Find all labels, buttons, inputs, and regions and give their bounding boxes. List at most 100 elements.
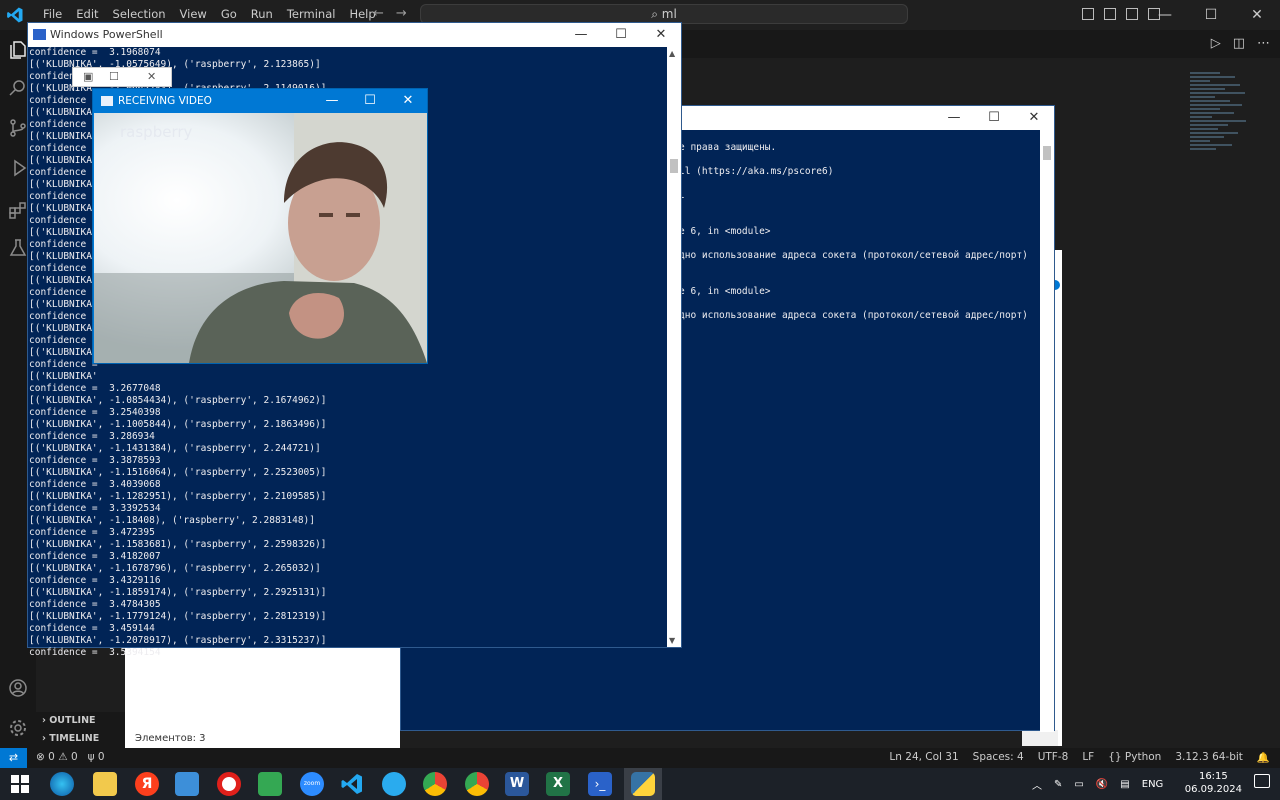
run-python-icon[interactable]: ▷ [1211,36,1221,51]
indentation[interactable]: Spaces: 4 [973,751,1024,764]
close-icon[interactable]: ✕ [389,89,427,113]
zoom-icon[interactable]: zoom [300,772,324,796]
maximize-icon[interactable]: ☐ [974,106,1014,130]
language-mode[interactable]: {} Python [1108,751,1161,764]
close-icon[interactable]: ✕ [147,70,156,83]
account-icon[interactable] [8,678,28,698]
vscode-logo-icon [7,7,23,23]
excel-icon[interactable]: X [546,772,570,796]
toggle-secondary-sidebar-icon[interactable] [1126,8,1138,20]
explorer-icon[interactable] [8,40,28,60]
scrollbar[interactable] [1040,130,1054,732]
extensions-icon[interactable] [8,200,28,220]
chrome-icon[interactable] [423,772,447,796]
powershell-taskbar-icon[interactable]: ›_ [588,772,612,796]
cursor-position[interactable]: Ln 24, Col 31 [889,751,958,764]
problems-indicator[interactable]: ⊗ 0 ⚠ 0 [36,751,78,763]
opera-icon[interactable] [217,772,241,796]
minimap[interactable] [1190,70,1250,180]
manage-gear-icon[interactable] [8,718,28,738]
source-control-icon[interactable] [8,118,28,138]
language-label: Python [1124,751,1162,763]
command-center-search[interactable]: ⌕ ml [420,4,908,24]
menu-go[interactable]: Go [214,7,244,21]
remote-desktop-icon[interactable] [258,772,282,796]
vscode-taskbar-icon[interactable] [340,772,364,796]
menu-selection[interactable]: Selection [106,7,173,21]
split-editor-icon[interactable]: ◫ [1233,36,1245,51]
word-icon[interactable]: W [505,772,529,796]
menu-bar: File Edit Selection View Go Run Terminal… [36,7,383,21]
scrollbar[interactable]: ▲ ▼ [667,47,681,647]
notification-center-icon[interactable] [1254,774,1270,788]
maximize-icon[interactable]: ☐ [601,23,641,47]
close-icon[interactable]: ✕ [641,23,681,47]
scrollbar-thumb[interactable] [670,159,678,173]
telegram-icon[interactable] [382,772,406,796]
display-icon[interactable]: ▭ [1074,779,1083,790]
remote-indicator-icon[interactable]: ⇄ [0,748,27,768]
testing-icon[interactable] [8,238,28,258]
file-explorer-icon[interactable] [93,772,117,796]
search-icon[interactable] [8,78,28,98]
close-icon[interactable]: ✕ [1014,106,1054,130]
yandex-browser-icon[interactable]: Я [135,772,159,796]
menu-run[interactable]: Run [244,7,280,21]
encoding[interactable]: UTF-8 [1038,751,1069,764]
input-language[interactable]: ENG [1142,779,1164,790]
terminal-line: [('KLUBNIKA', -1.1779124), ('raspberry',… [29,611,327,622]
terminal-line: [('KLUBNIKA', -1.1678796), ('raspberry',… [29,563,321,574]
terminal-line: confidence = 3.472395 [29,527,155,538]
chrome-profile-icon[interactable] [465,772,489,796]
pen-tablet-icon[interactable]: ✎ [1054,779,1062,790]
minimize-icon[interactable]: — [934,106,974,130]
powershell-title-bar[interactable]: Windows PowerShell — ☐ ✕ [28,23,681,47]
scrollbar-thumb[interactable] [1043,146,1051,160]
powershell-secondary-output: е права защищены. ll (https://aka.ms/psco… [679,142,1028,322]
end-of-line[interactable]: LF [1082,751,1094,764]
minimize-icon[interactable]: — [1142,0,1188,30]
network-icon[interactable]: ▤ [1120,779,1129,790]
maximize-icon[interactable]: ☐ [351,89,389,113]
edge-icon[interactable] [50,772,74,796]
ports-indicator[interactable]: ψ 0 [88,751,105,763]
show-hidden-icons-icon[interactable]: ︿ [1032,777,1042,792]
microsoft-store-icon[interactable] [175,772,199,796]
toggle-primary-sidebar-icon[interactable] [1082,8,1094,20]
explorer-view-toggle[interactable] [1022,730,1058,746]
notifications-bell-icon[interactable]: 🔔 [1257,751,1270,764]
menu-view[interactable]: View [173,7,214,21]
classification-overlay-label: raspberry [120,123,193,141]
more-actions-icon[interactable]: ⋯ [1257,36,1270,51]
python-taskbar-button-active[interactable] [624,768,662,800]
menu-terminal[interactable]: Terminal [280,7,343,21]
close-icon[interactable]: ✕ [1234,0,1280,30]
python-interpreter[interactable]: 3.12.3 64-bit [1175,751,1243,764]
forward-arrow-icon[interactable]: → [396,6,407,21]
terminal-line: [('KLUBNIKA', -1.1859174), ('raspberry',… [29,587,327,598]
taskbar-clock[interactable]: 16:15 06.09.2024 [1185,770,1242,796]
volume-muted-icon[interactable]: 🔇 [1096,779,1108,790]
run-debug-icon[interactable] [8,158,28,178]
video-title-bar[interactable]: RECEIVING VIDEO — ☐ ✕ [93,89,427,113]
terminal-line: [('KLUBNIKA', -1.1005844), ('raspberry',… [29,419,327,430]
maximize-icon[interactable]: ☐ [1188,0,1234,30]
outline-section[interactable]: › OUTLINE [36,712,126,730]
menu-edit[interactable]: Edit [69,7,105,21]
minimized-video-window[interactable]: ▣ ☐ ✕ [72,67,172,87]
scroll-up-icon[interactable]: ▲ [669,49,675,58]
windows-start-icon[interactable] [8,772,32,796]
scroll-down-icon[interactable]: ▼ [669,636,675,645]
back-arrow-icon[interactable]: ← [373,6,384,21]
maximize-icon[interactable]: ☐ [109,70,119,83]
toggle-panel-icon[interactable] [1104,8,1116,20]
webcam-image [94,113,427,363]
timeline-section[interactable]: › TIMELINE [36,730,126,748]
command-center-text: ml [661,7,677,21]
menu-file[interactable]: File [36,7,69,21]
minimize-icon[interactable]: — [313,89,351,113]
minimize-icon[interactable]: — [561,23,601,47]
